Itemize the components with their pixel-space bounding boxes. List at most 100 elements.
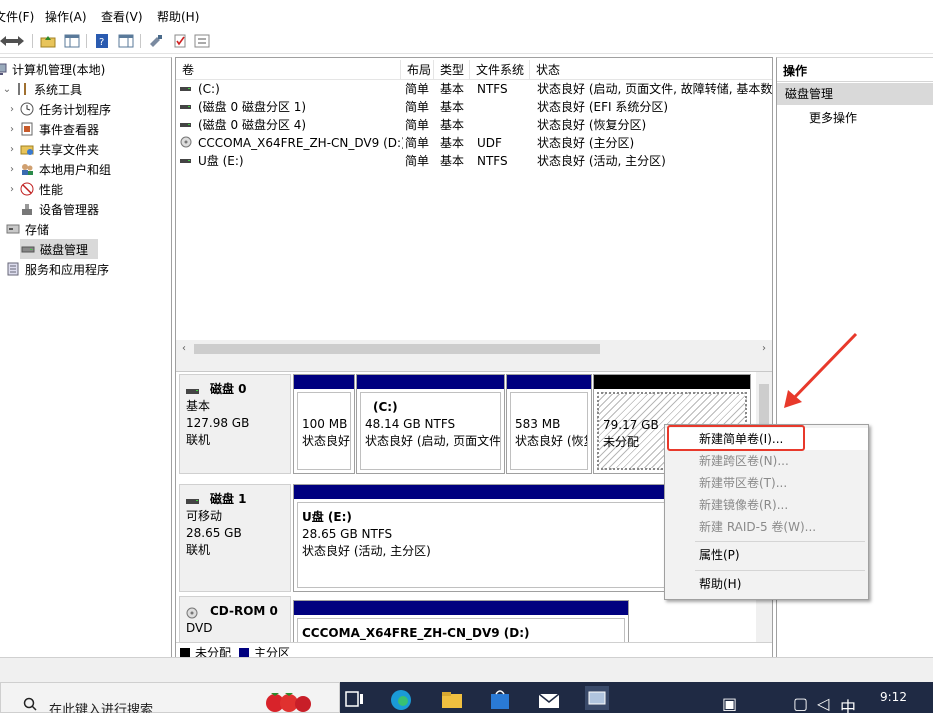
primary-partition-bar <box>357 375 504 389</box>
volume-icon[interactable]: ◁ <box>817 694 829 713</box>
clock[interactable]: 9:12 <box>880 690 907 704</box>
help-icon[interactable]: ? <box>92 32 112 50</box>
connect-icon[interactable] <box>146 32 166 50</box>
tree-item-disk-management[interactable]: 磁盘管理 <box>20 239 98 259</box>
cell-volume: U盘 (E:) <box>198 154 244 168</box>
more-actions-link[interactable]: 更多操作 <box>809 108 857 128</box>
disk-type: 基本 <box>186 399 211 413</box>
tree-item-local-users[interactable]: › 本地用户和组 <box>5 159 111 179</box>
scroll-left-icon[interactable]: ‹ <box>176 340 192 358</box>
menu-file[interactable]: 文件(F) <box>0 8 34 25</box>
task-view-icon[interactable] <box>342 686 366 710</box>
actions-disk-management[interactable]: 磁盘管理 <box>777 83 933 105</box>
disk-icon <box>186 385 200 395</box>
partition-dvd-d[interactable]: CCCOMA_X64FRE_ZH-CN_DV9 (D:) <box>293 600 629 642</box>
chevron-down-icon[interactable]: ⌄ <box>0 84 14 95</box>
disk1-label[interactable]: 磁盘 1 可移动 28.65 GB 联机 <box>179 484 291 592</box>
computer-management-app-icon[interactable] <box>585 686 609 713</box>
edge-icon[interactable] <box>389 686 413 710</box>
menu-view[interactable]: 查看(V) <box>101 8 143 25</box>
tree-item-label: 共享文件夹 <box>39 142 100 157</box>
file-explorer-icon[interactable] <box>440 686 464 710</box>
desktop-icon[interactable]: ▣ <box>722 694 737 713</box>
tree-item-storage[interactable]: 存储 <box>5 219 49 239</box>
performance-icon <box>19 182 35 196</box>
tree-item-performance[interactable]: › 性能 <box>5 179 63 199</box>
users-icon <box>19 162 35 176</box>
horizontal-scrollbar[interactable]: ‹ › <box>176 340 772 358</box>
table-row[interactable]: (C:) 简单 基本 NTFS 状态良好 (启动, 页面文件, 故障转储, 基本… <box>176 80 772 98</box>
svg-text:?: ? <box>99 37 104 48</box>
column-layout[interactable]: 布局 <box>401 60 434 80</box>
chevron-right-icon[interactable]: › <box>5 104 19 115</box>
cell-type: 基本 <box>440 154 465 168</box>
cell-status: 状态良好 (恢复分区) <box>537 118 647 132</box>
disk-size: 127.98 GB <box>186 416 250 430</box>
tree-item-label: 性能 <box>39 182 64 197</box>
menu-new-mirrored-volume: 新建镜像卷(R)... <box>699 498 789 512</box>
up-folder-icon[interactable] <box>38 32 58 50</box>
network-icon[interactable]: ▢ <box>793 694 808 713</box>
tree-item-task-scheduler[interactable]: › 任务计划程序 <box>5 99 111 119</box>
table-row[interactable]: CCCOMA_X64FRE_ZH-CN_DV9 (D:) 简单 基本 UDF 状… <box>176 134 772 152</box>
tree-item-label: 磁盘管理 <box>40 242 89 257</box>
cell-status: 状态良好 (活动, 主分区) <box>537 154 666 168</box>
menu-separator <box>695 570 865 571</box>
partition-recovery[interactable]: 583 MB 状态良好 (恢复 <box>506 374 592 474</box>
chevron-right-icon[interactable]: › <box>5 124 19 135</box>
tree-item-device-manager[interactable]: 设备管理器 <box>19 199 99 219</box>
menu-help[interactable]: 帮助(H) <box>665 573 868 595</box>
tree-item-event-viewer[interactable]: › 事件查看器 <box>5 119 99 139</box>
tree-item-shared-folders[interactable]: › 共享文件夹 <box>5 139 99 159</box>
navigation-tree: 计算机管理(本地) ⌄ 系统工具 › 任务计划程序 › 事件查看器 › 共享文件… <box>0 57 172 657</box>
unallocated-swatch <box>180 647 190 658</box>
column-filesystem[interactable]: 文件系统 <box>470 60 530 80</box>
cell-status: 状态良好 (EFI 系统分区) <box>537 100 669 114</box>
taskbar-search[interactable]: 在此键入进行搜索 <box>0 682 340 713</box>
cd-icon <box>186 607 200 618</box>
chevron-right-icon[interactable]: › <box>5 184 19 195</box>
scroll-thumb[interactable] <box>194 344 600 354</box>
taskbar: 在此键入进行搜索 ▣ ▢ ◁ 中 9:12 <box>0 682 933 713</box>
volume-icon <box>180 80 194 98</box>
forward-icon[interactable] <box>8 32 28 50</box>
properties-icon[interactable] <box>192 32 212 50</box>
show-hide-tree-icon[interactable] <box>62 32 82 50</box>
show-action-pane-icon[interactable] <box>116 32 136 50</box>
column-type[interactable]: 类型 <box>434 60 470 80</box>
mail-icon[interactable] <box>537 686 561 710</box>
volume-icon <box>180 152 194 170</box>
tree-item-services-apps[interactable]: 服务和应用程序 <box>5 259 109 279</box>
primary-partition-bar <box>294 375 354 389</box>
event-log-icon <box>19 122 35 136</box>
partition-c[interactable]: (C:) 48.14 GB NTFS 状态良好 (启动, 页面文件 <box>356 374 505 474</box>
menu-properties[interactable]: 属性(P) <box>665 544 868 566</box>
table-row[interactable]: (磁盘 0 磁盘分区 4) 简单 基本 状态良好 (恢复分区) <box>176 116 772 134</box>
table-row[interactable]: (磁盘 0 磁盘分区 1) 简单 基本 状态良好 (EFI 系统分区) <box>176 98 772 116</box>
volume-list-header: 卷 布局 类型 文件系统 状态 <box>176 60 772 80</box>
services-icon <box>5 262 21 276</box>
partition-efi[interactable]: 100 MB 状态良好 <box>293 374 355 474</box>
column-volume[interactable]: 卷 <box>176 60 401 80</box>
disk-type: DVD <box>186 621 213 635</box>
menu-action[interactable]: 操作(A) <box>45 8 87 25</box>
cdrom0-label[interactable]: CD-ROM 0 DVD <box>179 596 291 642</box>
ime-indicator[interactable]: 中 <box>840 694 856 713</box>
checklist-icon[interactable] <box>170 32 190 50</box>
table-row[interactable]: U盘 (E:) 简单 基本 NTFS 状态良好 (活动, 主分区) <box>176 152 772 170</box>
menu-help[interactable]: 帮助(H) <box>157 8 199 25</box>
pane-splitter[interactable] <box>176 358 772 372</box>
chevron-right-icon[interactable]: › <box>5 164 19 175</box>
column-status[interactable]: 状态 <box>530 60 772 80</box>
scroll-right-icon[interactable]: › <box>756 340 772 358</box>
partition-size: 583 MB <box>515 417 561 431</box>
cell-layout: 简单 <box>405 82 430 96</box>
store-icon[interactable] <box>488 686 512 710</box>
disk0-label[interactable]: 磁盘 0 基本 127.98 GB 联机 <box>179 374 291 474</box>
disk-size: 28.65 GB <box>186 526 242 540</box>
chevron-right-icon[interactable]: › <box>5 144 19 155</box>
partition-status: 状态良好 <box>302 434 351 448</box>
tree-item-system-tools[interactable]: ⌄ 系统工具 <box>0 79 82 99</box>
tree-root[interactable]: 计算机管理(本地) <box>0 59 105 79</box>
cell-type: 基本 <box>440 82 465 96</box>
